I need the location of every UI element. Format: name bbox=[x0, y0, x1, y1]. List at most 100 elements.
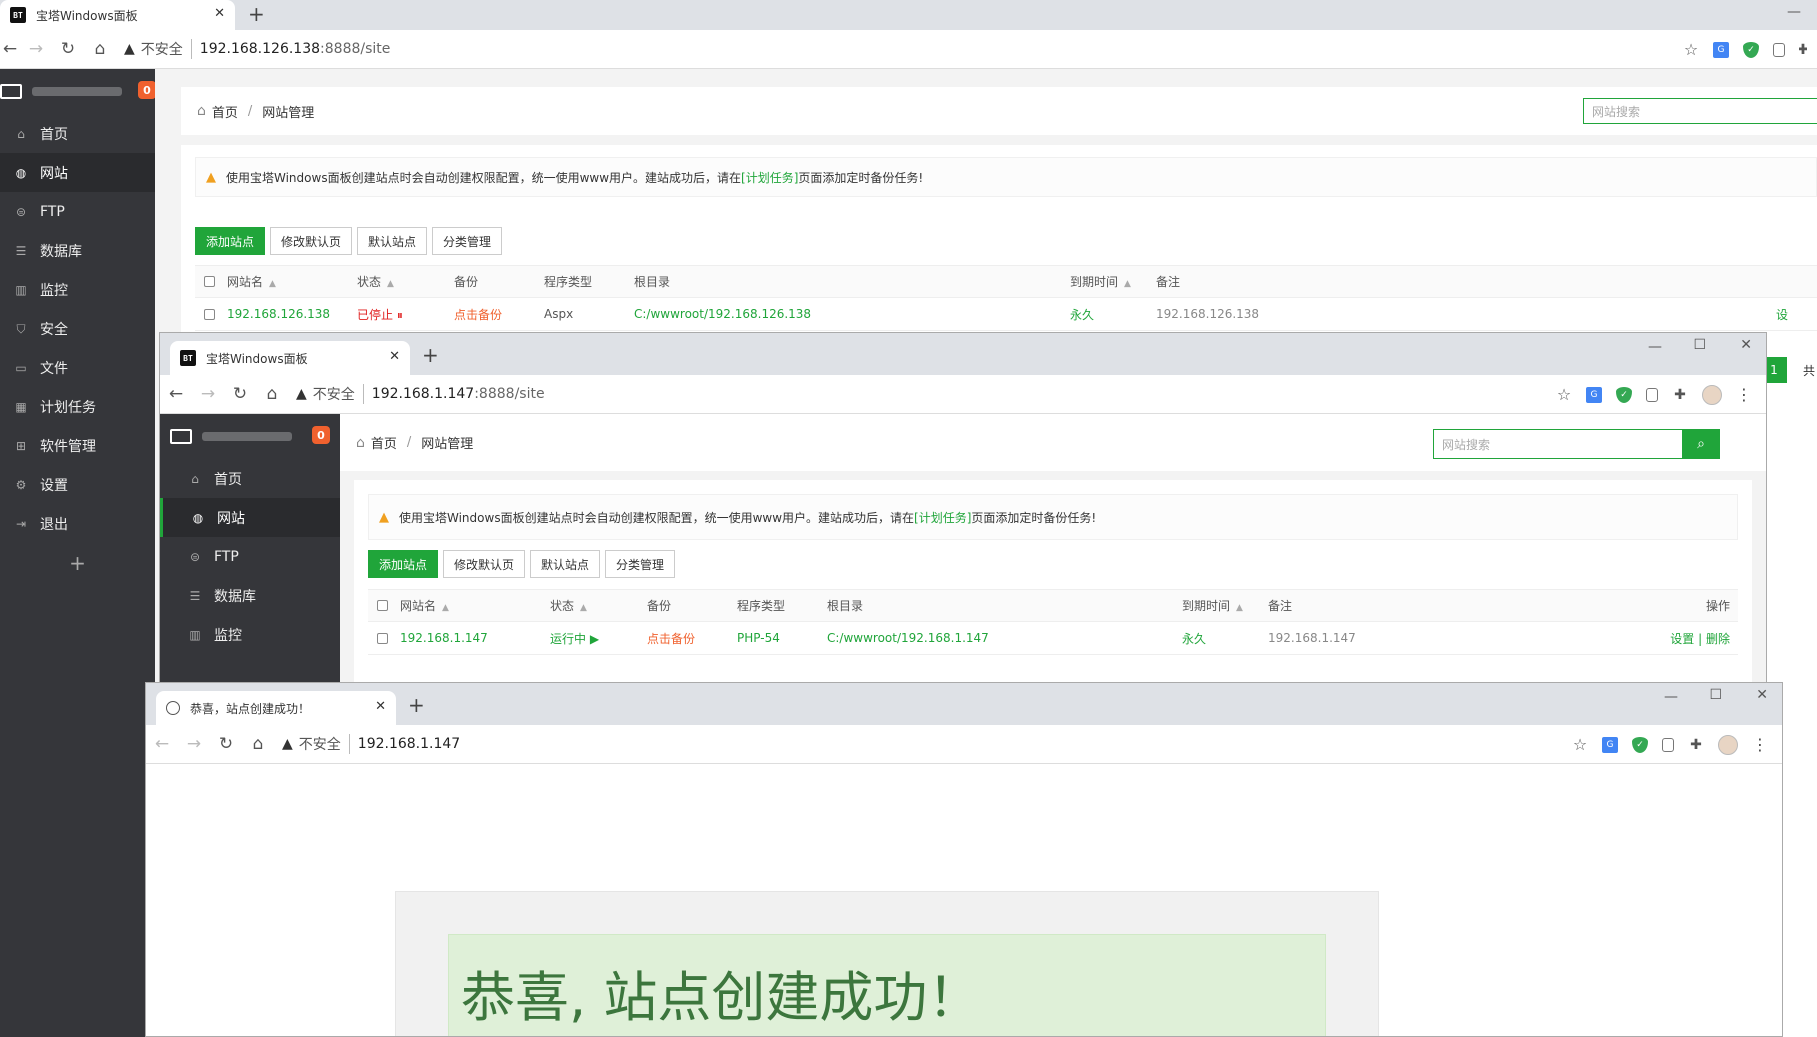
maximize-icon[interactable]: ☐ bbox=[1709, 687, 1722, 703]
status-running[interactable]: 运行中 ▶ bbox=[550, 630, 647, 647]
extension-icon[interactable] bbox=[1773, 42, 1785, 57]
maximize-icon[interactable]: ☐ bbox=[1693, 337, 1706, 353]
extension-icon[interactable] bbox=[1646, 387, 1658, 402]
back-arrow-icon[interactable]: ← bbox=[0, 39, 20, 59]
sidebar-item-settings[interactable]: ⚙ 设置 bbox=[0, 465, 155, 504]
sort-icon[interactable]: ▲ bbox=[442, 603, 449, 613]
forward-arrow-icon[interactable]: → bbox=[178, 734, 210, 754]
sidebar-item-software[interactable]: ⊞ 软件管理 bbox=[0, 426, 155, 465]
forward-arrow-icon[interactable]: → bbox=[192, 384, 224, 404]
close-tab-icon[interactable]: ✕ bbox=[214, 6, 225, 21]
add-site-button[interactable]: 添加站点 bbox=[195, 227, 266, 255]
minimize-icon[interactable]: — bbox=[1787, 4, 1801, 20]
sort-icon[interactable]: ▲ bbox=[269, 279, 276, 289]
profile-avatar[interactable] bbox=[1702, 384, 1722, 405]
browser-tab[interactable]: BT 宝塔Windows面板 ✕ bbox=[0, 0, 235, 30]
row-checkbox[interactable] bbox=[204, 308, 215, 320]
google-translate-icon[interactable]: G bbox=[1586, 386, 1602, 403]
sidebar-item-ftp[interactable]: ⊜ FTP bbox=[160, 537, 340, 576]
sidebar-item-files[interactable]: ▭ 文件 bbox=[0, 348, 155, 387]
settings-link[interactable]: 设 bbox=[1776, 306, 1788, 323]
sidebar-item-ftp[interactable]: ⊜ FTP bbox=[0, 192, 155, 231]
reload-icon[interactable]: ↻ bbox=[52, 39, 84, 59]
back-arrow-icon[interactable]: ← bbox=[160, 384, 192, 404]
message-badge[interactable]: 0 bbox=[312, 426, 330, 444]
add-site-button[interactable]: 添加站点 bbox=[368, 550, 439, 578]
home-icon[interactable]: ⌂ bbox=[356, 435, 365, 451]
bookmark-star-icon[interactable]: ☆ bbox=[1572, 735, 1588, 754]
expire-date[interactable]: 永久 bbox=[1070, 306, 1156, 323]
edit-default-page-button[interactable]: 修改默认页 bbox=[443, 550, 526, 578]
root-dir-link[interactable]: C:/wwwroot/192.168.126.138 bbox=[634, 307, 1070, 321]
omnibox[interactable]: ▲ 不安全 192.168.126.138:8888/site bbox=[124, 39, 390, 59]
col-status[interactable]: 状态 ▲ bbox=[357, 273, 454, 290]
category-manage-button[interactable]: 分类管理 bbox=[605, 550, 676, 578]
kebab-menu-icon[interactable]: ⋮ bbox=[1736, 385, 1752, 404]
extension-icon[interactable] bbox=[1662, 737, 1674, 752]
site-note[interactable]: 192.168.126.138 bbox=[1156, 307, 1776, 321]
sidebar-item-monitor[interactable]: ▥ 监控 bbox=[160, 615, 340, 654]
col-status[interactable]: 状态 ▲ bbox=[550, 597, 647, 614]
sort-icon[interactable]: ▲ bbox=[580, 603, 587, 613]
col-name[interactable]: 网站名 ▲ bbox=[227, 273, 357, 290]
backup-link[interactable]: 点击备份 bbox=[454, 306, 544, 323]
search-input[interactable]: 网站搜索 bbox=[1583, 98, 1817, 124]
default-site-button[interactable]: 默认站点 bbox=[530, 550, 601, 578]
reload-icon[interactable]: ↻ bbox=[224, 384, 256, 404]
omnibox[interactable]: ▲ 不安全 192.168.1.147 bbox=[282, 734, 460, 754]
shield-extension-icon[interactable]: ✓ bbox=[1632, 736, 1648, 753]
shield-extension-icon[interactable]: ✓ bbox=[1743, 41, 1759, 58]
home-icon[interactable]: ⌂ bbox=[242, 734, 274, 754]
cron-link[interactable]: [计划任务] bbox=[741, 169, 798, 186]
home-icon[interactable]: ⌂ bbox=[84, 39, 116, 59]
search-button[interactable]: ⌕ bbox=[1682, 429, 1720, 459]
sidebar-item-cron[interactable]: ▦ 计划任务 bbox=[0, 387, 155, 426]
add-menu-icon[interactable]: + bbox=[0, 543, 155, 582]
new-tab-icon[interactable]: + bbox=[422, 343, 439, 367]
minimize-icon[interactable]: — bbox=[1664, 689, 1678, 705]
sidebar-item-home[interactable]: ⌂ 首页 bbox=[0, 114, 155, 153]
breadcrumb-home[interactable]: 首页 bbox=[371, 433, 397, 452]
cron-link[interactable]: [计划任务] bbox=[914, 509, 971, 526]
edit-default-page-button[interactable]: 修改默认页 bbox=[270, 227, 353, 255]
sort-icon[interactable]: ▲ bbox=[387, 279, 394, 289]
program-type-link[interactable]: PHP-54 bbox=[737, 631, 827, 645]
sidebar-item-logout[interactable]: ⇥ 退出 bbox=[0, 504, 155, 543]
site-name-link[interactable]: 192.168.126.138 bbox=[227, 307, 357, 321]
sidebar-item-website[interactable]: ◍ 网站 bbox=[0, 153, 155, 192]
bookmark-star-icon[interactable]: ☆ bbox=[1683, 40, 1699, 59]
close-tab-icon[interactable]: ✕ bbox=[375, 699, 386, 714]
shield-extension-icon[interactable]: ✓ bbox=[1616, 386, 1632, 403]
puzzle-icon[interactable]: ✚ bbox=[1672, 387, 1688, 403]
back-arrow-icon[interactable]: ← bbox=[146, 734, 178, 754]
kebab-menu-icon[interactable]: ⋮ bbox=[1752, 735, 1768, 754]
sidebar-item-database[interactable]: ☰ 数据库 bbox=[0, 231, 155, 270]
puzzle-icon[interactable]: ✚ bbox=[1688, 737, 1704, 753]
close-window-icon[interactable]: ✕ bbox=[1740, 337, 1752, 353]
minimize-icon[interactable]: — bbox=[1648, 339, 1662, 355]
new-tab-icon[interactable]: + bbox=[408, 693, 425, 717]
search-input[interactable]: 网站搜索 bbox=[1433, 429, 1683, 459]
google-translate-icon[interactable]: G bbox=[1713, 41, 1729, 58]
forward-arrow-icon[interactable]: → bbox=[20, 39, 52, 59]
puzzle-icon[interactable]: ✚ bbox=[1799, 42, 1807, 58]
profile-avatar[interactable] bbox=[1718, 734, 1738, 755]
browser-tab[interactable]: BT 宝塔Windows面板 ✕ bbox=[170, 341, 410, 375]
default-site-button[interactable]: 默认站点 bbox=[357, 227, 428, 255]
select-all-checkbox[interactable] bbox=[204, 276, 215, 287]
sidebar-item-website[interactable]: ◍ 网站 bbox=[160, 498, 340, 537]
message-badge[interactable]: 0 bbox=[138, 81, 156, 99]
breadcrumb-home[interactable]: 首页 bbox=[212, 102, 238, 121]
sidebar-item-home[interactable]: ⌂ 首页 bbox=[160, 459, 340, 498]
status-stopped[interactable]: 已停止 ⏸ bbox=[357, 306, 454, 323]
row-checkbox[interactable] bbox=[377, 632, 388, 644]
home-icon[interactable]: ⌂ bbox=[256, 384, 288, 404]
category-manage-button[interactable]: 分类管理 bbox=[432, 227, 503, 255]
home-icon[interactable]: ⌂ bbox=[197, 103, 206, 119]
col-expire[interactable]: 到期时间 ▲ bbox=[1182, 597, 1268, 614]
sidebar-item-security[interactable]: ⛉ 安全 bbox=[0, 309, 155, 348]
delete-link[interactable]: 删除 bbox=[1706, 632, 1730, 646]
google-translate-icon[interactable]: G bbox=[1602, 736, 1618, 753]
sort-icon[interactable]: ▲ bbox=[1236, 603, 1243, 613]
expire-date[interactable]: 永久 bbox=[1182, 630, 1268, 647]
